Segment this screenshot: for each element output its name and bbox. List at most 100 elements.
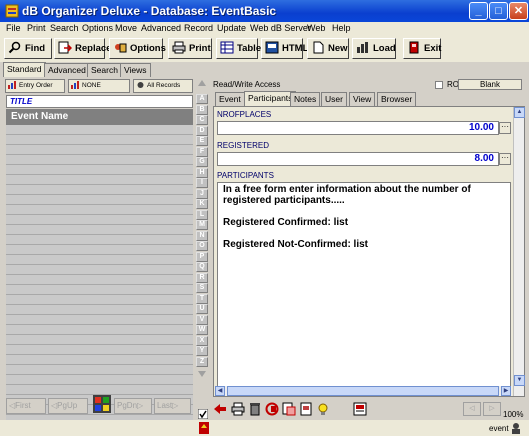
maximize-button[interactable]: □: [489, 2, 508, 20]
back-arrow-icon[interactable]: [213, 402, 227, 416]
letter-x[interactable]: X: [196, 336, 208, 346]
scroll-up-arrow-icon[interactable]: ▲: [514, 107, 525, 118]
letter-u[interactable]: U: [196, 304, 208, 314]
letter-l[interactable]: L: [196, 210, 208, 220]
pgup-button[interactable]: ◁PgUp: [48, 398, 88, 414]
entry-order-button[interactable]: Entry Order: [5, 79, 65, 93]
lightbulb-icon[interactable]: [316, 402, 330, 416]
nrofplaces-field[interactable]: 10.00: [217, 121, 499, 135]
scroll-left-icon[interactable]: ◀: [215, 386, 225, 396]
letter-s[interactable]: S: [196, 283, 208, 293]
next-record-button[interactable]: ▷: [483, 402, 501, 416]
replace-button[interactable]: Replace: [54, 38, 111, 59]
tab-search[interactable]: Search: [87, 63, 122, 77]
menu-web[interactable]: Web: [307, 22, 325, 35]
letter-a[interactable]: A: [196, 94, 208, 104]
tab-notes[interactable]: Notes: [290, 92, 321, 106]
load-button[interactable]: Load: [352, 38, 396, 59]
nrofplaces-more-button[interactable]: ···: [499, 122, 511, 134]
registered-more-button[interactable]: ···: [499, 153, 511, 165]
html-button[interactable]: HTML: [261, 38, 308, 59]
close-button[interactable]: ✕: [509, 2, 528, 20]
all-records-button[interactable]: All Records: [133, 79, 193, 93]
ro-checkbox[interactable]: [435, 81, 443, 89]
scroll-down-arrow-icon[interactable]: ▼: [514, 375, 525, 386]
letter-y[interactable]: Y: [196, 346, 208, 356]
menu-move[interactable]: Move: [115, 22, 137, 35]
tab-browser[interactable]: Browser: [377, 92, 417, 106]
print-button[interactable]: Print: [168, 38, 212, 59]
menu-web-db-server[interactable]: Web dB Server: [250, 22, 311, 35]
palette-icon[interactable]: [93, 395, 111, 413]
document-icon[interactable]: [299, 402, 313, 416]
letter-e[interactable]: E: [196, 136, 208, 146]
blank-button[interactable]: Blank: [458, 79, 522, 90]
letter-o[interactable]: O: [196, 241, 208, 251]
new-button[interactable]: New: [307, 38, 349, 59]
tab-view[interactable]: View: [349, 92, 376, 106]
tab-user[interactable]: User: [321, 92, 347, 106]
tab-advanced[interactable]: Advanced: [44, 63, 90, 77]
registered-field[interactable]: 8.00: [217, 152, 499, 166]
record-icon[interactable]: [353, 402, 367, 416]
options-icon: [115, 43, 127, 53]
letter-f[interactable]: F: [196, 147, 208, 157]
scroll-down-icon[interactable]: [198, 370, 206, 378]
zoom-level: 100%: [503, 410, 524, 419]
letter-z[interactable]: Z: [196, 357, 208, 367]
participants-memo[interactable]: In a free form enter information about t…: [217, 182, 511, 394]
record-list[interactable]: [6, 125, 193, 427]
letter-q[interactable]: Q: [196, 262, 208, 272]
menu-print[interactable]: Print: [27, 22, 46, 35]
letter-v[interactable]: V: [196, 315, 208, 325]
menu-update[interactable]: Update: [217, 22, 246, 35]
none-sort-button[interactable]: NONE: [68, 79, 130, 93]
entry-order-label: Entry Order: [19, 82, 53, 89]
scroll-right-icon[interactable]: ▶: [501, 386, 511, 396]
menu-search[interactable]: Search: [50, 22, 79, 35]
letter-w[interactable]: W: [196, 325, 208, 335]
find-button[interactable]: Find: [4, 38, 52, 59]
menu-options[interactable]: Options: [82, 22, 113, 35]
paste-icon[interactable]: [282, 402, 296, 416]
letter-r[interactable]: R: [196, 273, 208, 283]
first-button[interactable]: ◁First: [6, 398, 46, 414]
letter-i[interactable]: I: [196, 178, 208, 188]
scroll-up-icon[interactable]: [198, 80, 206, 88]
letter-n[interactable]: N: [196, 231, 208, 241]
letter-t[interactable]: T: [196, 294, 208, 304]
letter-c[interactable]: C: [196, 115, 208, 125]
menu-advanced[interactable]: Advanced: [141, 22, 181, 35]
scroll-thumb[interactable]: [227, 386, 499, 396]
tab-participants[interactable]: Participants: [244, 91, 297, 106]
tab-standard[interactable]: Standard: [3, 62, 46, 77]
minimize-button[interactable]: _: [469, 2, 488, 20]
letter-g[interactable]: G: [196, 157, 208, 167]
letter-p[interactable]: P: [196, 252, 208, 262]
list-item-selected[interactable]: Event Name: [6, 109, 193, 125]
pgdn-button[interactable]: PgDn▷: [114, 398, 152, 414]
copy-icon[interactable]: [265, 402, 279, 416]
checkbox-icon[interactable]: [198, 409, 208, 419]
trash-icon[interactable]: [248, 402, 262, 416]
menu-file[interactable]: File: [6, 22, 21, 35]
letter-b[interactable]: B: [196, 105, 208, 115]
prev-record-button[interactable]: ◁: [463, 402, 481, 416]
last-button[interactable]: Last▷: [154, 398, 191, 414]
memo-line: In a free form enter information about t…: [223, 184, 471, 206]
letter-j[interactable]: J: [196, 189, 208, 199]
printer-icon[interactable]: [231, 402, 245, 416]
letter-d[interactable]: D: [196, 126, 208, 136]
table-button[interactable]: Table: [216, 38, 261, 59]
vertical-scrollbar[interactable]: ▲ ▼: [513, 107, 525, 396]
letter-h[interactable]: H: [196, 168, 208, 178]
tab-views[interactable]: Views: [120, 63, 151, 77]
tab-event[interactable]: Event: [215, 92, 245, 106]
horizontal-scrollbar[interactable]: ◀ ▶: [215, 386, 512, 396]
letter-k[interactable]: K: [196, 199, 208, 209]
options-button[interactable]: Options: [109, 38, 166, 59]
letter-m[interactable]: M: [196, 220, 208, 230]
menu-record[interactable]: Record: [184, 22, 213, 35]
exit-button[interactable]: Exit: [403, 38, 441, 59]
menu-help[interactable]: Help: [332, 22, 351, 35]
